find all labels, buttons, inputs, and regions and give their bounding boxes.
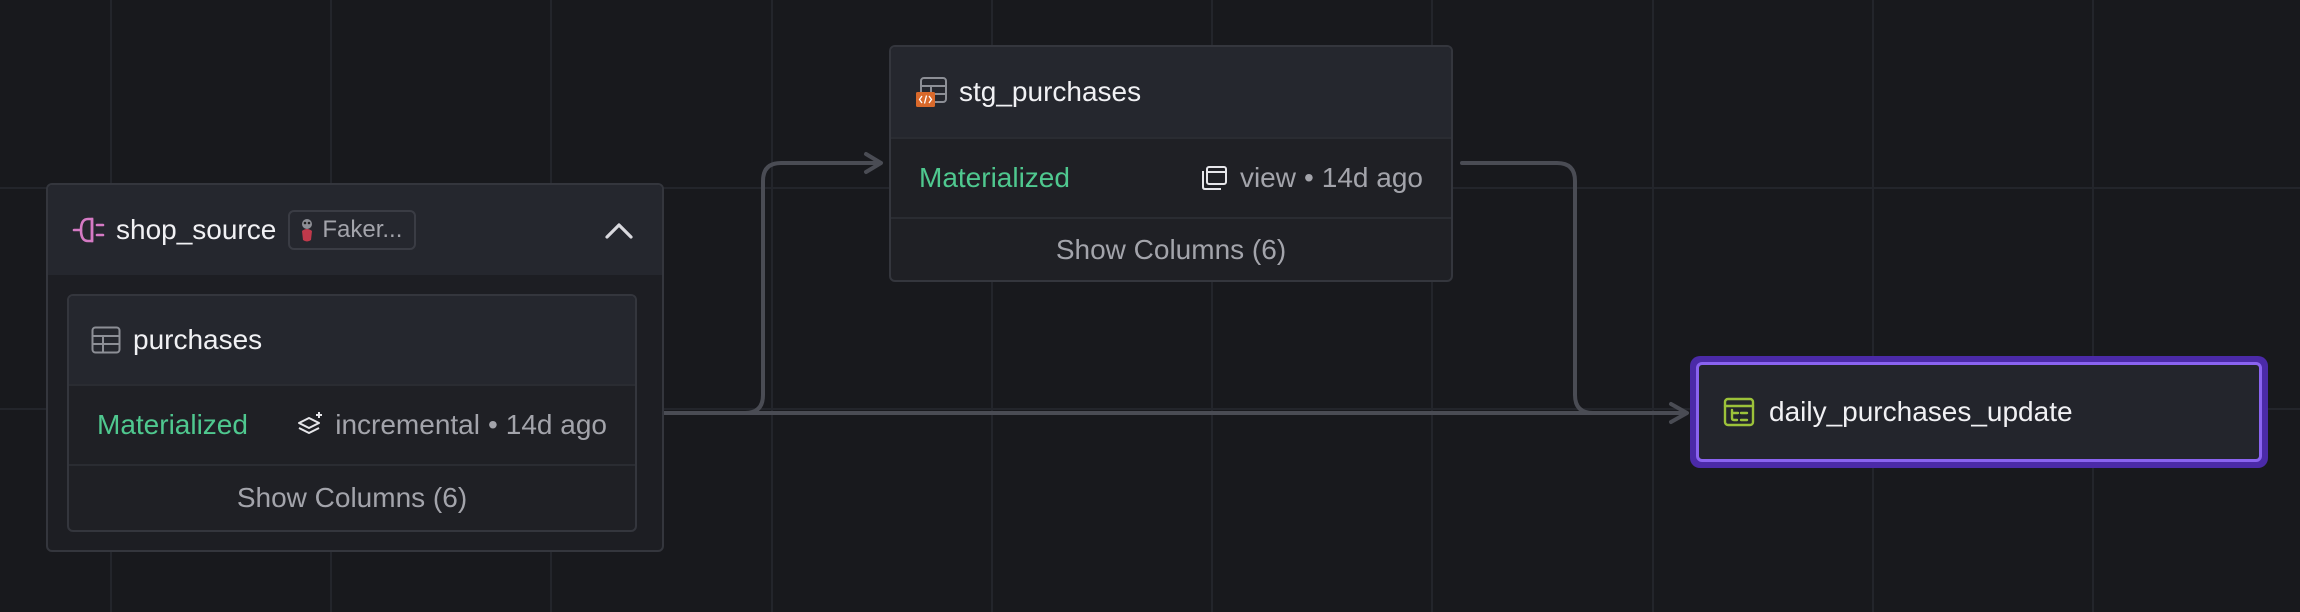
job-node-body: daily_purchases_update bbox=[1696, 362, 2262, 462]
sql-model-icon bbox=[915, 75, 949, 109]
incremental-layers-icon bbox=[297, 411, 325, 439]
materialized-status: Materialized bbox=[919, 162, 1070, 193]
source-node-shop-source[interactable]: shop_source Faker... purchases Materiali… bbox=[46, 183, 664, 552]
source-type-label: Faker... bbox=[322, 216, 403, 243]
source-node-title: shop_source bbox=[116, 214, 277, 245]
show-columns-button[interactable]: Show Columns (6) bbox=[891, 217, 1451, 280]
edge-stg-to-daily[interactable] bbox=[1460, 161, 1688, 415]
view-windows-icon bbox=[1200, 165, 1228, 191]
job-node-title: daily_purchases_update bbox=[1769, 396, 2073, 427]
edge-purchases-to-stg[interactable] bbox=[643, 161, 882, 415]
source-type-badge[interactable]: Faker... bbox=[288, 210, 417, 250]
materialization-info: incremental • 14d ago bbox=[297, 409, 607, 441]
last-run-age: 14d ago bbox=[1321, 162, 1423, 193]
separator-dot: • bbox=[1303, 162, 1314, 193]
job-node-daily-purchases-update[interactable]: daily_purchases_update bbox=[1690, 356, 2268, 468]
materialization-type: incremental bbox=[335, 409, 480, 440]
last-run-age: 14d ago bbox=[505, 409, 607, 440]
materialization-row: Materialized view • 14d ago bbox=[891, 137, 1451, 217]
model-node-title: stg_purchases bbox=[959, 76, 1142, 107]
model-node-header: purchases bbox=[69, 296, 635, 384]
source-node-header: shop_source Faker... bbox=[48, 185, 662, 275]
show-columns-button[interactable]: Show Columns (6) bbox=[69, 464, 635, 530]
materialization-info: view • 14d ago bbox=[1200, 162, 1423, 194]
source-plug-icon bbox=[72, 215, 106, 245]
faker-logo-icon bbox=[300, 217, 314, 243]
job-icon bbox=[1723, 397, 1755, 427]
chevron-up-icon[interactable] bbox=[604, 220, 634, 240]
model-node-header: stg_purchases bbox=[891, 47, 1451, 137]
materialized-status: Materialized bbox=[97, 409, 248, 440]
model-node-stg-purchases[interactable]: stg_purchases Materialized view • 14d ag… bbox=[889, 45, 1453, 282]
table-icon bbox=[91, 326, 121, 354]
model-node-title: purchases bbox=[133, 324, 263, 355]
materialization-row: Materialized incremental • 14d ago bbox=[69, 384, 635, 464]
separator-dot: • bbox=[487, 409, 498, 440]
model-node-purchases[interactable]: purchases Materialized incremental • 14d… bbox=[67, 294, 637, 532]
materialization-type: view bbox=[1239, 162, 1296, 193]
